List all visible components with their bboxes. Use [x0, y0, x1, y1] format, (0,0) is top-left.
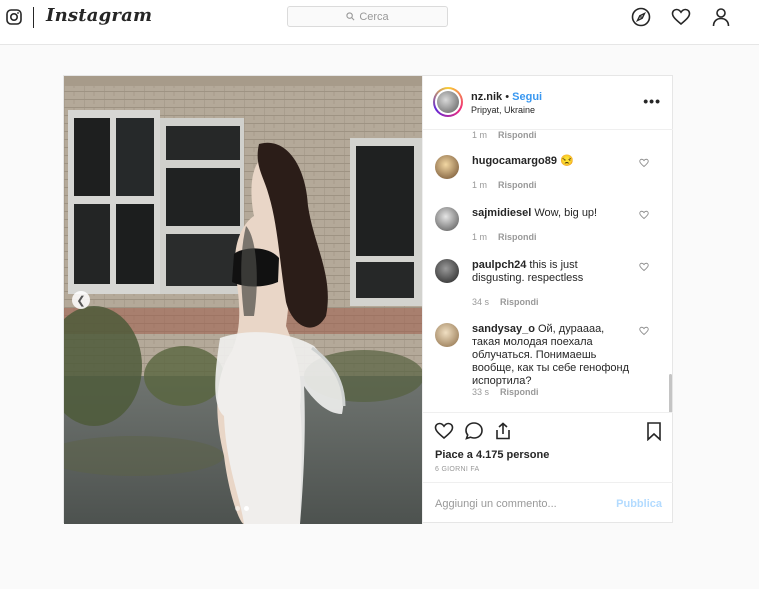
- comments-scrollbar[interactable]: [669, 374, 672, 412]
- avatar-frame: [435, 89, 461, 115]
- story-ring[interactable]: [433, 87, 463, 117]
- carousel-dot-active: [244, 506, 249, 511]
- comment-text: paulpch24 this is just disgusting. respec…: [472, 259, 632, 285]
- follow-button[interactable]: Segui: [512, 91, 542, 103]
- reply-button[interactable]: Rispondi: [500, 387, 539, 397]
- like-comment-heart-icon[interactable]: [639, 158, 649, 168]
- commenter-avatar[interactable]: [435, 259, 459, 283]
- commenter-username[interactable]: sajmidiesel: [472, 207, 531, 219]
- like-heart-icon[interactable]: [434, 421, 454, 441]
- search-placeholder: Cerca: [359, 10, 389, 23]
- commenter-username[interactable]: paulpch24: [472, 259, 526, 271]
- search-input[interactable]: Cerca: [287, 6, 448, 27]
- publish-button[interactable]: Pubblica: [616, 498, 662, 510]
- commenter-username[interactable]: sandysay_o: [472, 323, 535, 335]
- search-icon: [346, 12, 355, 21]
- comment-bubble-icon[interactable]: [464, 421, 484, 441]
- reply-button[interactable]: Rispondi: [498, 232, 537, 242]
- comment-body: Wow, big up!: [534, 207, 598, 219]
- author-username[interactable]: nz.nik: [471, 91, 502, 103]
- reply-button[interactable]: Rispondi: [498, 180, 537, 190]
- reply-button[interactable]: Rispondi: [500, 297, 539, 307]
- like-comment-heart-icon[interactable]: [639, 210, 649, 220]
- post-location[interactable]: Pripyat, Ukraine: [471, 105, 535, 115]
- comment-text: hugocamargo89 😒: [472, 155, 632, 168]
- post-author-line: nz.nik • Segui: [471, 91, 542, 103]
- comment-time: 1 m: [472, 232, 488, 242]
- comment-time: 33 s: [472, 387, 490, 397]
- chevron-left-icon: ❮: [76, 294, 86, 307]
- comment-time: 1 m: [472, 130, 488, 140]
- carousel-previous-button[interactable]: ❮: [72, 291, 90, 309]
- compass-icon[interactable]: [631, 7, 651, 27]
- more-options-icon[interactable]: •••: [643, 93, 661, 109]
- profile-icon[interactable]: [711, 7, 731, 27]
- heart-icon[interactable]: [671, 7, 691, 27]
- comment-meta: 1 m Rispondi: [472, 130, 537, 140]
- comment-meta: 33 s Rispondi: [472, 387, 539, 397]
- comment-meta: 1 m Rispondi: [472, 232, 537, 242]
- reply-button[interactable]: Rispondi: [498, 130, 537, 140]
- likes-count[interactable]: Piace a 4.175 persone: [435, 449, 549, 461]
- post-timestamp[interactable]: 6 GIORNI FA: [435, 466, 480, 473]
- comment-text: sajmidiesel Wow, big up!: [472, 207, 632, 220]
- comment-body: 😒: [559, 155, 574, 167]
- bookmark-icon[interactable]: [644, 421, 664, 441]
- carousel-indicator: [235, 506, 249, 511]
- add-comment-bar: Pubblica: [423, 482, 673, 524]
- post-actions: Piace a 4.175 persone 6 GIORNI FA: [423, 412, 673, 482]
- like-comment-heart-icon[interactable]: [639, 262, 649, 272]
- post-photo[interactable]: ❮: [64, 76, 422, 524]
- follow-separator: •: [502, 91, 513, 103]
- instagram-wordmark[interactable]: Instagram: [46, 5, 152, 26]
- commenter-avatar[interactable]: [435, 155, 459, 179]
- top-navigation-bar: Instagram Cerca: [0, 0, 759, 45]
- commenter-avatar[interactable]: [435, 323, 459, 347]
- commenter-username[interactable]: hugocamargo89: [472, 155, 557, 167]
- comment-time: 34 s: [472, 297, 490, 307]
- comment-meta: 34 s Rispondi: [472, 297, 539, 307]
- logo-divider: [33, 7, 34, 28]
- photo-illustration: [64, 76, 422, 524]
- carousel-dot: [235, 506, 240, 511]
- instagram-glyph-icon[interactable]: [6, 9, 22, 25]
- commenter-avatar[interactable]: [435, 207, 459, 231]
- like-comment-heart-icon[interactable]: [639, 326, 649, 336]
- add-comment-input[interactable]: [435, 495, 605, 513]
- comment-meta: 1 m Rispondi: [472, 180, 537, 190]
- avatar: [437, 91, 459, 113]
- post-side-panel: nz.nik • Segui Pripyat, Ukraine ••• 1 m R…: [422, 76, 673, 524]
- post-card: ❮ nz.nik • Segui Pripyat, Ukraine ••• 1 …: [63, 75, 673, 524]
- comments-list[interactable]: 1 m Rispondi hugocamargo89 😒 1 m Rispondi s…: [423, 130, 673, 412]
- share-icon[interactable]: [493, 421, 513, 441]
- comment-text: sandysay_o Ой, дураааа, такая молодая пое…: [472, 323, 632, 388]
- post-header: nz.nik • Segui Pripyat, Ukraine •••: [423, 76, 673, 130]
- comment-time: 1 m: [472, 180, 488, 190]
